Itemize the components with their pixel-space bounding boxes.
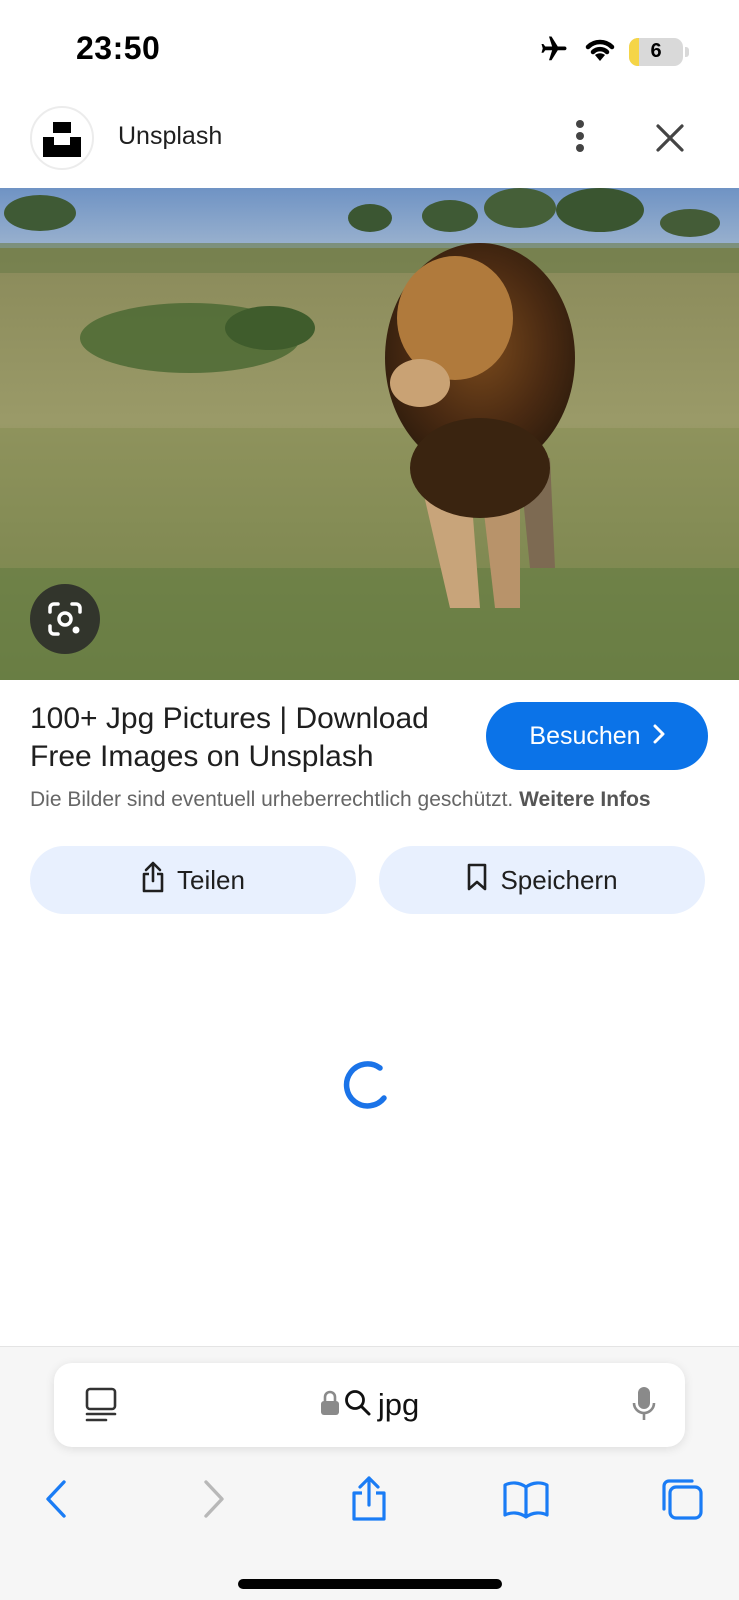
save-label: Speichern (500, 864, 618, 895)
bookmarks-icon[interactable] (496, 1469, 556, 1529)
home-indicator (238, 1579, 502, 1589)
address-bar[interactable]: jpg (54, 1363, 685, 1447)
microphone-icon[interactable] (631, 1385, 657, 1428)
more-vert-icon[interactable] (558, 114, 602, 158)
url-display[interactable]: jpg (54, 1363, 685, 1447)
browser-toolbar: jpg (0, 1346, 739, 1600)
battery-cap (685, 46, 689, 57)
search-icon (344, 1389, 372, 1422)
browser-nav-row (0, 1469, 739, 1539)
share-icon (141, 861, 165, 900)
site-name[interactable]: Unsplash (118, 122, 222, 151)
share-label: Teilen (177, 864, 245, 895)
copyright-text: Die Bilder sind eventuell urheberrechtli… (30, 788, 514, 811)
wifi-icon (583, 35, 617, 68)
share-sheet-icon[interactable] (339, 1469, 399, 1529)
status-bar: 23:50 6 (0, 0, 739, 100)
status-time: 23:50 (76, 30, 161, 66)
lock-icon (320, 1390, 340, 1421)
lion-photo (0, 188, 739, 680)
loading-spinner (340, 1058, 392, 1110)
bookmark-icon (466, 863, 488, 898)
battery-icon: 6 (629, 37, 683, 66)
chevron-right-icon (653, 722, 665, 751)
unsplash-logo[interactable] (30, 106, 94, 170)
result-title[interactable]: 100+ Jpg Pictures | Download Free Images… (30, 700, 470, 776)
visit-button-label: Besuchen (529, 721, 641, 750)
airplane-icon (537, 34, 571, 69)
google-lens-icon[interactable] (30, 584, 100, 654)
battery-level: 6 (650, 40, 662, 62)
back-icon[interactable] (26, 1469, 86, 1529)
status-icons: 6 (537, 34, 689, 69)
more-info-link[interactable]: Weitere Infos (519, 788, 650, 811)
tabs-icon[interactable] (652, 1469, 712, 1529)
share-button[interactable]: Teilen (30, 846, 356, 914)
forward-icon[interactable] (184, 1469, 244, 1529)
result-image[interactable] (0, 188, 739, 680)
save-button[interactable]: Speichern (379, 846, 705, 914)
result-header: Unsplash (0, 104, 739, 184)
url-text: jpg (377, 1387, 420, 1422)
visit-button[interactable]: Besuchen (486, 702, 708, 770)
copyright-notice: Die Bilder sind eventuell urheberrechtli… (30, 788, 651, 812)
close-icon[interactable] (646, 114, 694, 162)
